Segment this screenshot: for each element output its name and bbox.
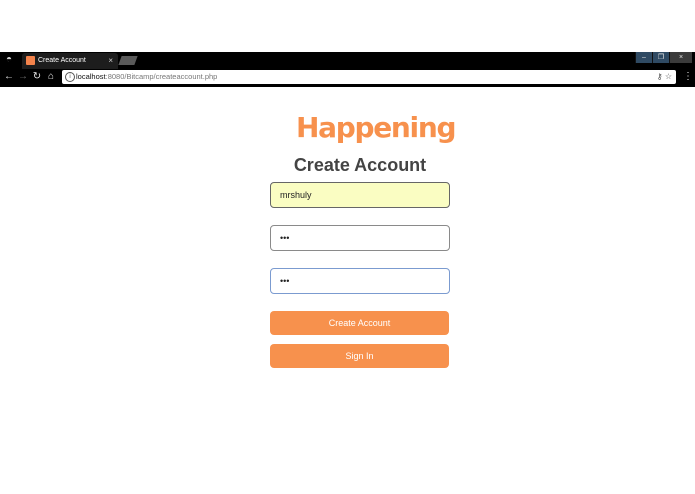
forward-arrow-icon[interactable]: → [17, 71, 29, 83]
bookmark-star-icon[interactable]: ☆ [665, 72, 672, 81]
tab-title: Create Account [38, 57, 86, 64]
new-tab-button[interactable] [118, 56, 138, 65]
incognito-icon: ◓ [5, 54, 13, 65]
minimize-button[interactable]: – [635, 52, 652, 63]
window-controls: – ❐ × [635, 52, 692, 63]
back-arrow-icon[interactable]: ← [3, 71, 15, 83]
address-bar[interactable]: i localhost:8080/Bitcamp/createaccount.p… [62, 70, 676, 84]
close-window-button[interactable]: × [669, 52, 692, 63]
info-icon[interactable]: i [65, 72, 75, 82]
sign-in-button[interactable]: Sign In [270, 344, 449, 368]
restore-button[interactable]: ❐ [652, 52, 669, 63]
username-field[interactable] [270, 182, 450, 208]
top-blank-area [0, 0, 695, 52]
url-text: localhost:8080/Bitcamp/createaccount.php [76, 72, 218, 81]
home-icon[interactable]: ⌂ [45, 71, 57, 83]
key-icon[interactable]: ⚷ [657, 72, 663, 81]
tab-close-icon[interactable]: × [108, 55, 113, 66]
address-bar-icons: ⚷ ☆ [657, 71, 672, 83]
confirm-password-field[interactable] [270, 268, 450, 294]
create-account-button[interactable]: Create Account [270, 311, 449, 335]
happening-logo: Happening [296, 111, 457, 144]
reload-icon[interactable]: ↻ [31, 71, 43, 83]
page-title: Create Account [293, 155, 427, 175]
kebab-menu-icon[interactable]: ⋮ [683, 71, 693, 83]
favicon-icon [26, 56, 35, 65]
browser-tab[interactable]: Create Account × [22, 53, 118, 69]
password-field[interactable] [270, 225, 450, 251]
